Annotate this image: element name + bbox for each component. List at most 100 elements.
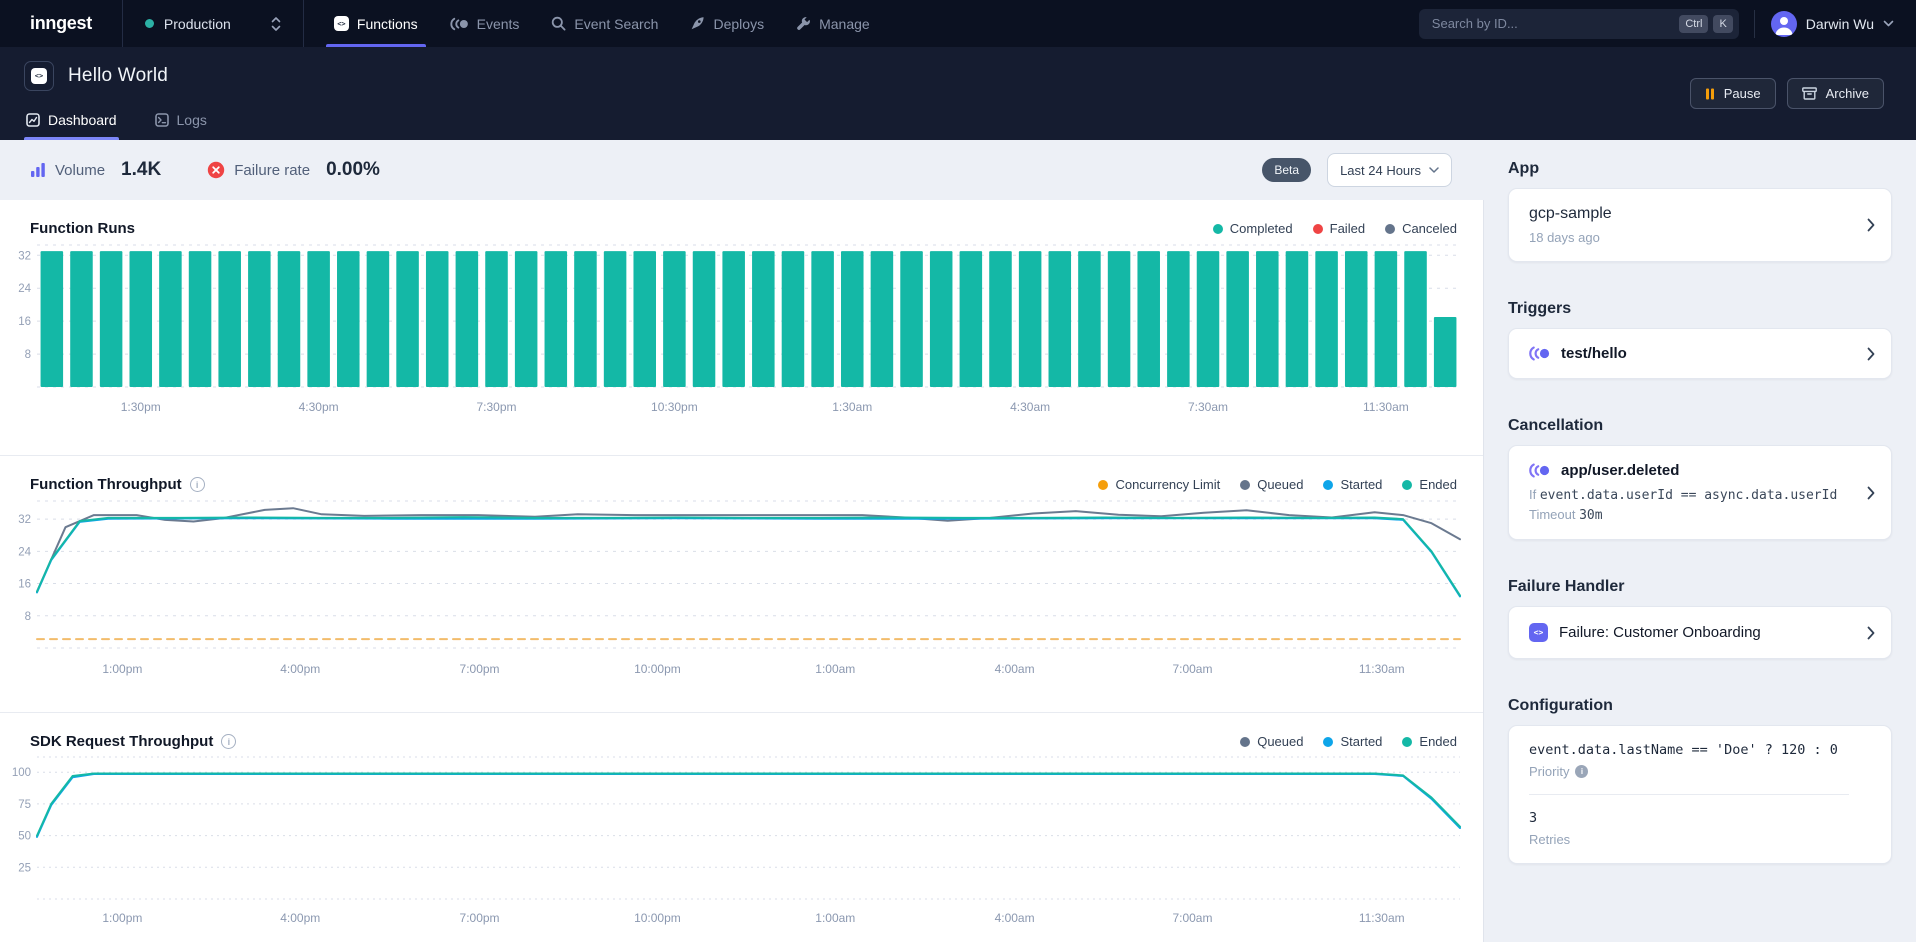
volume-stat: Volume 1.4K (30, 159, 161, 181)
nav-item-label: Functions (357, 16, 418, 32)
legend-item: Ended (1402, 734, 1457, 749)
retries-label: Retries (1529, 832, 1849, 847)
nav-item-functions[interactable]: <> Functions (318, 0, 434, 47)
chevron-down-icon (1429, 167, 1439, 173)
retries-value: 3 (1529, 810, 1849, 826)
legend-dot (1313, 224, 1323, 234)
chevron-right-icon (1867, 218, 1875, 232)
chevron-right-icon (1867, 347, 1875, 361)
svg-text:4:30pm: 4:30pm (299, 400, 339, 414)
archive-label: Archive (1826, 86, 1869, 101)
svg-text:7:30am: 7:30am (1188, 400, 1228, 414)
chart-title: Function Throughput i (30, 476, 205, 493)
trigger-card[interactable]: test/hello (1508, 328, 1892, 379)
user-name: Darwin Wu (1806, 16, 1874, 32)
svg-text:10:30pm: 10:30pm (651, 400, 698, 414)
kbd-k: K (1713, 15, 1732, 33)
svg-text:50: 50 (18, 831, 31, 843)
legend-dot (1323, 480, 1333, 490)
environment-status-icon (145, 19, 154, 28)
section-triggers: Triggers (1508, 300, 1892, 318)
failure-handler-name: Failure: Customer Onboarding (1559, 624, 1761, 641)
pause-icon (1705, 88, 1715, 100)
event-icon (1529, 463, 1550, 478)
function-runs-section: Function Runs CompletedFailedCanceled 81… (0, 200, 1483, 455)
legend-item: Concurrency Limit (1098, 477, 1220, 492)
legend-dot (1323, 737, 1333, 747)
nav-tabs: <> Functions Events Event Search Deploys (318, 0, 886, 47)
svg-text:7:00pm: 7:00pm (460, 911, 500, 925)
tab-dashboard[interactable]: Dashboard (24, 103, 119, 140)
svg-text:4:00pm: 4:00pm (280, 662, 320, 676)
legend-item: Ended (1402, 477, 1457, 492)
svg-text:11:30am: 11:30am (1363, 400, 1409, 414)
section-failure-handler: Failure Handler (1508, 578, 1892, 596)
svg-text:1:00am: 1:00am (815, 662, 855, 676)
main-content: Volume 1.4K Failure rate 0.00% Beta Last… (0, 140, 1484, 942)
legend-item: Failed (1313, 221, 1365, 236)
svg-text:32: 32 (18, 514, 31, 526)
info-icon[interactable]: i (1575, 765, 1588, 778)
info-icon[interactable]: i (221, 734, 236, 749)
volume-label: Volume (55, 162, 105, 179)
svg-text:7:00pm: 7:00pm (460, 662, 500, 676)
svg-text:1:30pm: 1:30pm (121, 400, 161, 414)
environment-label: Production (164, 16, 261, 32)
chart-legend: QueuedStartedEnded (1240, 734, 1457, 749)
legend-dot (1098, 480, 1108, 490)
function-runs-chart: 81624321:30pm4:30pm7:30pm10:30pm1:30am4:… (0, 237, 1484, 422)
legend-item: Started (1323, 477, 1382, 492)
event-icon (1529, 346, 1550, 361)
function-icon: <> (1529, 623, 1548, 642)
nav-item-deploys[interactable]: Deploys (674, 0, 780, 47)
svg-text:16: 16 (18, 579, 31, 591)
function-header: <> Hello World Dashboard Logs P (0, 47, 1916, 140)
nav-right-cluster: Ctrl K Darwin Wu (1419, 0, 1916, 47)
failure-handler-card[interactable]: <> Failure: Customer Onboarding (1508, 606, 1892, 659)
svg-text:24: 24 (18, 283, 31, 295)
avatar (1771, 11, 1797, 37)
pause-button[interactable]: Pause (1690, 78, 1776, 109)
legend-item: Started (1323, 734, 1382, 749)
priority-expression: event.data.lastName == 'Doe' ? 120 : 0 (1529, 742, 1849, 758)
global-search[interactable]: Ctrl K (1419, 9, 1739, 39)
svg-text:4:00am: 4:00am (995, 911, 1035, 925)
archive-button[interactable]: Archive (1787, 78, 1884, 109)
kbd-ctrl: Ctrl (1679, 15, 1708, 33)
search-input[interactable] (1432, 16, 1675, 31)
time-range-dropdown[interactable]: Last 24 Hours (1327, 153, 1452, 187)
inngest-logo[interactable]: inngest (0, 0, 122, 47)
cancellation-condition: If event.data.userId == async.data.userI… (1529, 487, 1849, 503)
nav-item-events[interactable]: Events (434, 0, 536, 47)
stats-bar: Volume 1.4K Failure rate 0.00% Beta Last… (0, 140, 1484, 200)
svg-text:4:30am: 4:30am (1010, 400, 1050, 414)
nav-item-event-search[interactable]: Event Search (535, 0, 674, 47)
svg-text:32: 32 (18, 250, 31, 262)
app-card[interactable]: gcp-sample 18 days ago (1508, 188, 1892, 262)
environment-selector[interactable]: Production (123, 0, 303, 47)
svg-text:1:30am: 1:30am (832, 400, 872, 414)
cancellation-timeout: Timeout 30m (1529, 507, 1849, 523)
legend-dot (1213, 224, 1223, 234)
tab-logs[interactable]: Logs (153, 103, 209, 140)
search-icon (551, 16, 566, 31)
svg-text:10:00pm: 10:00pm (634, 662, 681, 676)
nav-item-label: Manage (819, 16, 870, 32)
beta-badge: Beta (1262, 158, 1311, 182)
function-icon: <> (24, 61, 54, 91)
top-nav: inngest Production <> Functions Events (0, 0, 1916, 47)
divider (1754, 10, 1755, 38)
nav-item-manage[interactable]: Manage (780, 0, 886, 47)
dashboard-icon (26, 113, 40, 127)
failure-rate-label: Failure rate (234, 162, 310, 179)
failure-rate-stat: Failure rate 0.00% (207, 159, 380, 181)
info-icon[interactable]: i (190, 477, 205, 492)
section-app: App (1508, 160, 1892, 178)
svg-text:16: 16 (18, 316, 31, 328)
function-throughput-chart: 81624321:00pm4:00pm7:00pm10:00pm1:00am4:… (0, 493, 1484, 683)
user-menu[interactable]: Darwin Wu (1771, 11, 1916, 37)
chart-title: SDK Request Throughput i (30, 733, 236, 750)
legend-item: Queued (1240, 477, 1303, 492)
time-range-value: Last 24 Hours (1340, 163, 1421, 178)
cancellation-card[interactable]: app/user.deleted If event.data.userId ==… (1508, 445, 1892, 540)
